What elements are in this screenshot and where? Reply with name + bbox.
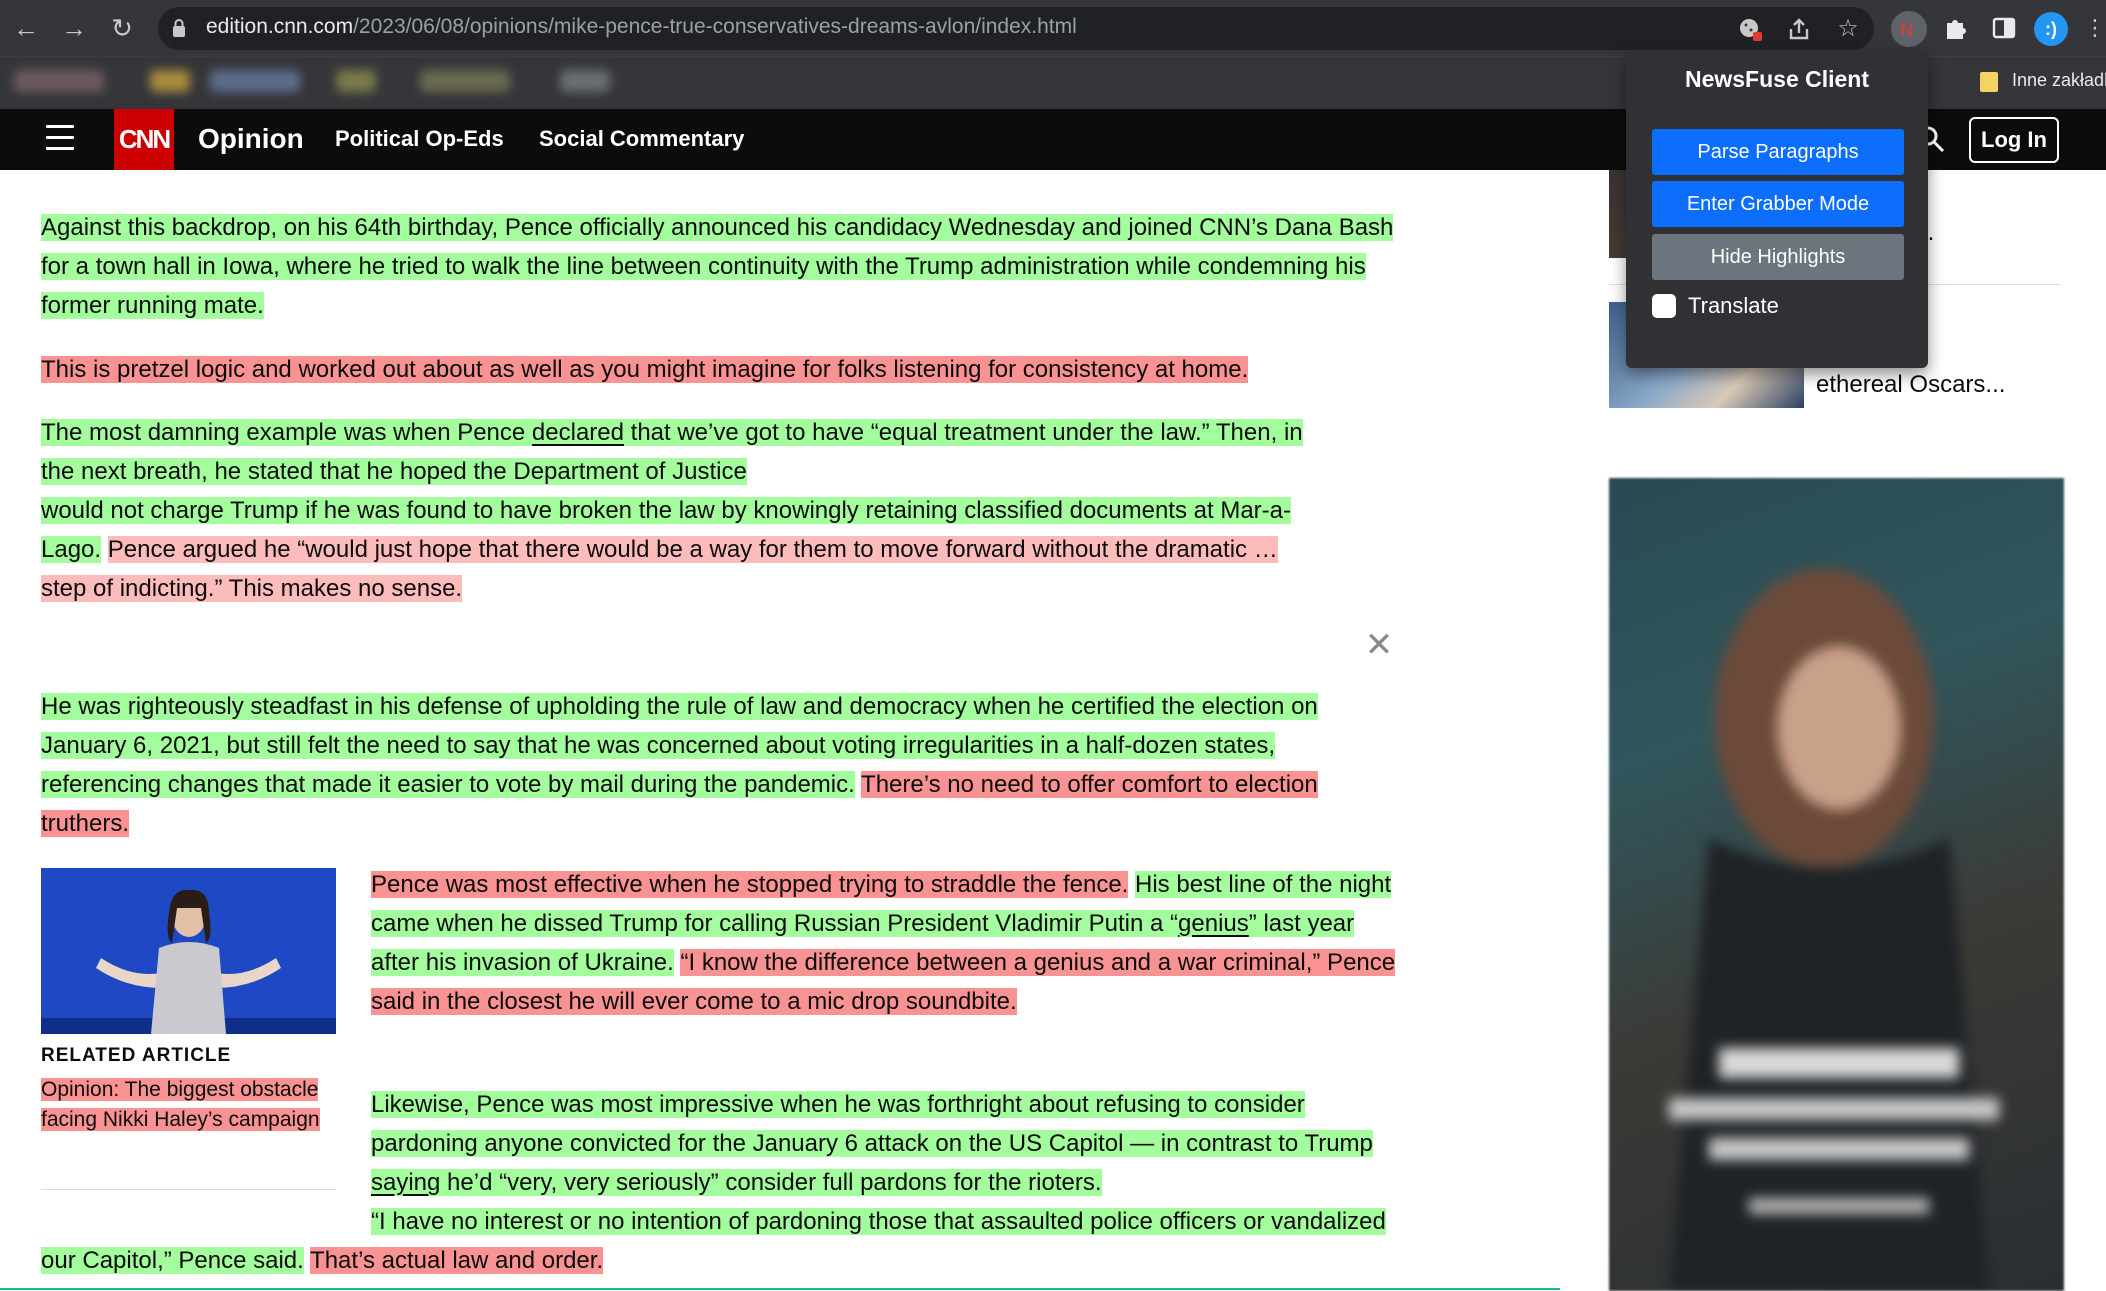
lock-icon[interactable] [172,18,186,38]
hamburger-menu-icon[interactable] [46,125,74,151]
highlight-red: This is pretzel logic and worked out abo… [41,356,1249,383]
svg-text:N: N [1900,20,1913,41]
url-path: /2023/06/08/opinions/mike-pence-true-con… [353,15,1077,38]
blurred-bookmark[interactable] [150,70,190,92]
text-run: Likewise, Pence was most impressive when… [371,1091,1373,1157]
popup-title: NewsFuse Client [1684,66,1870,92]
highlight-light-red: Pence argued he “would just hope that th… [41,536,1278,602]
url-text[interactable]: edition.cnn.com/2023/06/08/opinions/mike… [206,15,1077,39]
hide-highlights-button[interactable]: Hide Highlights [1652,234,1904,280]
section-title[interactable]: Opinion [198,123,304,155]
highlight-green: Against this backdrop, on his 64th birth… [41,214,1394,319]
article-paragraph: Pence was most effective when he stopped… [371,865,1401,1021]
translate-checkbox[interactable] [1652,294,1676,318]
newsfuse-extension-icon[interactable]: N [1891,11,1927,47]
rail-headline-line: ethereal Oscars... [1816,371,2006,398]
highlight-green: Likewise, Pence was most impressive when… [371,1091,1373,1196]
link-genius[interactable]: genius [1178,910,1249,937]
highlight-red[interactable]: Opinion: The biggest obstacle facing Nik… [41,1078,320,1131]
article-paragraph-continued: “I have no interest or no intention of p… [41,1202,1401,1280]
reload-icon[interactable]: ↻ [104,10,140,46]
url-host: edition.cnn.com [206,15,354,38]
back-icon[interactable]: ← [8,10,44,46]
side-panel-icon[interactable] [1988,12,2020,44]
divider [41,1189,336,1190]
extensions-puzzle-icon[interactable] [1940,12,1972,44]
translate-label[interactable]: Translate [1688,293,1779,319]
forward-icon[interactable]: → [56,10,92,46]
related-article-label: RELATED ARTICLE [41,1045,232,1066]
link-declared[interactable]: declared [532,419,624,446]
highlight-red: Pence was most effective when he stopped… [371,871,1129,898]
highlight-green: The most damning example was when Pence … [41,419,1303,485]
nav-link-social-commentary[interactable]: Social Commentary [539,126,744,152]
link-saying[interactable]: saying [371,1169,440,1196]
progress-line [0,1288,1560,1290]
related-article-link[interactable]: Opinion: The biggest obstacle facing Nik… [41,1075,341,1135]
bookmark-star-icon[interactable]: ☆ [1832,13,1864,45]
blurred-bookmark[interactable] [336,70,376,92]
close-icon[interactable]: ✕ [1364,628,1394,662]
nav-link-political-op-eds[interactable]: Political Op-Eds [335,126,504,152]
share-icon[interactable] [1783,13,1815,45]
highlight-green: “I have no interest or no intention of p… [41,1208,1386,1274]
advertisement-blurred[interactable] [1609,478,2064,1291]
article-paragraph: Likewise, Pence was most impressive when… [371,1085,1401,1202]
parse-paragraphs-button[interactable]: Parse Paragraphs [1652,129,1904,175]
highlight-red: That’s actual law and order. [310,1247,604,1274]
article-paragraph: Against this backdrop, on his 64th birth… [41,208,1401,325]
blurred-bookmark[interactable] [560,70,610,92]
profile-avatar-icon[interactable]: :) [2034,12,2068,46]
article-paragraph: The most damning example was when Pence … [41,413,1321,608]
article-paragraph: He was righteously steadfast in his defe… [41,687,1401,843]
newsfuse-popup: NewsFuse Client Parse Paragraphs Enter G… [1626,52,1928,368]
related-article-image[interactable] [41,868,336,1034]
text-run: he’d “very, very seriously” consider ful… [440,1169,1102,1196]
enter-grabber-mode-button[interactable]: Enter Grabber Mode [1652,181,1904,227]
other-bookmarks[interactable]: Inne zakładki [2012,70,2106,91]
blurred-bookmark[interactable] [14,70,104,92]
article-paragraph: This is pretzel logic and worked out abo… [41,350,1401,389]
blurred-bookmark[interactable] [210,70,300,92]
text-run: The most damning example was when Pence [41,419,532,446]
cookie-blocked-icon[interactable] [1735,13,1767,45]
blurred-bookmark[interactable] [420,70,510,92]
folder-icon [1980,72,1998,92]
menu-dots-icon[interactable]: ⋮ [2084,10,2106,46]
cnn-logo[interactable]: CNN [114,109,174,170]
